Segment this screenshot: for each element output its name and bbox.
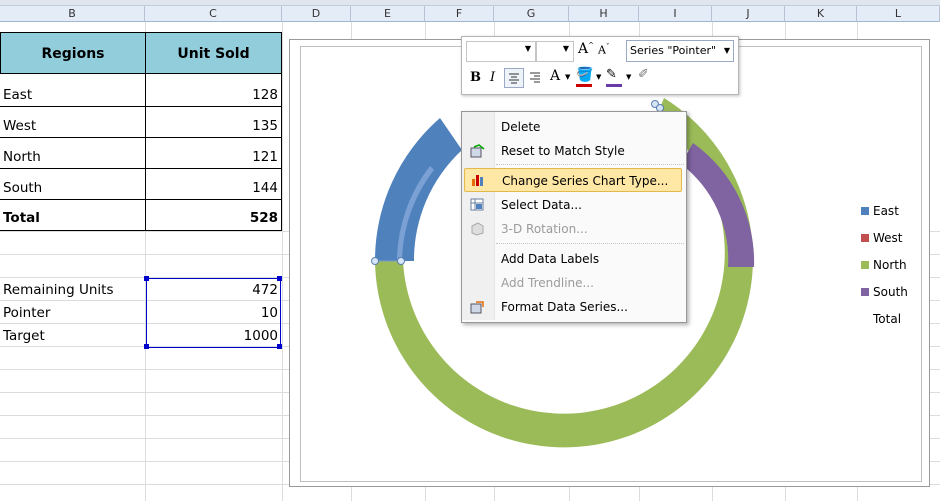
reset-style-icon [470,144,485,158]
shrink-font-icon[interactable]: Aˇ [598,43,609,57]
fill-color-swatch [576,84,592,87]
legend-entry[interactable]: South [861,285,908,299]
legend-label: West [873,231,903,245]
align-center-button[interactable] [504,68,524,88]
fill-color-icon[interactable]: 🪣 [576,67,593,83]
outline-color-swatch [606,84,622,87]
legend-entry[interactable]: North [861,258,907,272]
outline-color-icon[interactable]: ✎ [606,67,617,82]
chevron-down-icon: ▼ [562,44,569,53]
font-size-dropdown[interactable]: ▼ [536,41,574,62]
grow-font-icon[interactable]: A^ [578,41,594,57]
format-series-icon [470,301,484,314]
series-handle[interactable] [397,257,405,265]
context-menu: Delete Reset to Match Style Change Serie… [461,111,687,323]
chevron-down-icon: ▼ [524,44,531,53]
format-painter-icon[interactable]: ✐ [638,67,649,82]
series-selector-label: Series "Pointer" [630,44,717,57]
legend-swatch [861,207,869,215]
legend-swatch [861,288,869,296]
menu-item-reset-style[interactable]: Reset to Match Style [462,139,684,163]
menu-item-format-data-series[interactable]: Format Data Series... [462,295,684,319]
series-handle[interactable] [371,257,379,265]
menu-item-add-data-labels[interactable]: Add Data Labels [462,247,684,271]
menu-item-delete[interactable]: Delete [462,115,684,139]
legend-label: Total [873,312,902,326]
menu-item-label: Format Data Series... [501,300,628,314]
chevron-down-icon[interactable]: ▼ [596,73,601,81]
italic-button[interactable]: I [490,70,495,85]
menu-item-label: Add Data Labels [501,252,600,266]
legend-entry[interactable]: West [861,231,903,245]
menu-item-label: Reset to Match Style [501,144,625,158]
align-right-button[interactable] [526,68,544,86]
series-selector[interactable]: Series "Pointer" ▼ [626,40,734,62]
align-center-icon [509,73,519,84]
menu-item-label: Add Trendline... [501,276,594,290]
menu-item-label: Delete [501,120,541,134]
legend-swatch [861,234,869,242]
bold-button[interactable]: B [470,70,481,85]
menu-item-label: 3-D Rotation... [501,222,588,236]
legend-swatch [861,261,869,269]
legend-label: North [873,258,907,272]
3d-rotation-icon [471,222,484,236]
select-data-icon [470,198,484,211]
menu-item-label: Change Series Chart Type... [502,174,669,188]
menu-item-select-data[interactable]: Select Data... [462,193,684,217]
legend-entry[interactable]: East [861,204,899,218]
legend-label: East [873,204,899,218]
chevron-down-icon[interactable]: ▼ [565,73,570,81]
mini-toolbar: ▼ ▼ A^ Aˇ Series "Pointer" ▼ B I A ▼ 🪣 ▼… [461,36,739,95]
align-right-icon [530,72,540,83]
menu-item-add-trendline[interactable]: Add Trendline... [462,271,684,295]
menu-separator [496,164,684,166]
font-color-a[interactable]: A [550,68,560,84]
font-name-dropdown[interactable]: ▼ [466,41,536,62]
legend-label: South [873,285,908,299]
menu-item-3d-rotation[interactable]: 3-D Rotation... [462,217,684,241]
menu-item-change-chart-type[interactable]: Change Series Chart Type... [464,168,682,192]
menu-separator [496,243,684,245]
chevron-down-icon[interactable]: ▼ [626,73,631,81]
chevron-down-icon: ▼ [723,46,730,55]
legend-entry[interactable]: Total [873,312,901,326]
menu-item-label: Select Data... [501,198,582,212]
chart-type-icon [472,175,483,186]
